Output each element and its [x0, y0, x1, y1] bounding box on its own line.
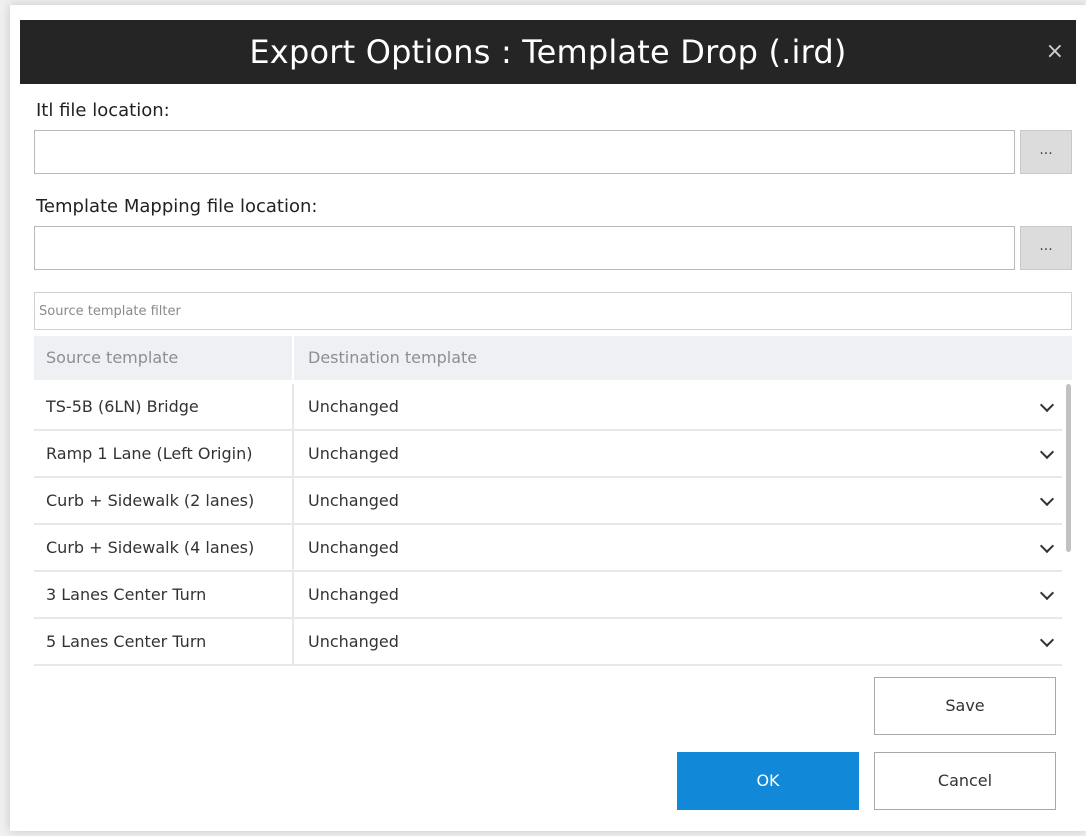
grid-scrollbar-thumb[interactable]	[1066, 384, 1071, 552]
itl-file-field[interactable]	[34, 130, 1015, 174]
save-button[interactable]: Save	[874, 677, 1056, 735]
destination-template-value: Unchanged	[308, 397, 399, 416]
chevron-down-icon[interactable]	[1039, 444, 1055, 460]
source-template-cell: 5 Lanes Center Turn	[34, 619, 294, 664]
destination-template-value: Unchanged	[308, 444, 399, 463]
chevron-down-icon[interactable]	[1039, 538, 1055, 554]
table-row: Curb + Sidewalk (2 lanes) Unchanged	[34, 478, 1062, 525]
itl-browse-button[interactable]: ...	[1020, 130, 1072, 174]
source-template-cell: TS-5B (6LN) Bridge	[34, 384, 294, 429]
close-icon[interactable]: ×	[1046, 20, 1064, 84]
source-template-cell: 3 Lanes Center Turn	[34, 572, 294, 617]
source-template-cell: Ramp 1 Lane (Left Origin)	[34, 431, 294, 476]
destination-template-select[interactable]: Unchanged	[296, 525, 1062, 570]
grid-header: Source template Destination template	[34, 336, 1072, 380]
destination-template-value: Unchanged	[308, 491, 399, 510]
table-row: Curb + Sidewalk (4 lanes) Unchanged	[34, 525, 1062, 572]
table-row: 3 Lanes Center Turn Unchanged	[34, 572, 1062, 619]
destination-template-select[interactable]: Unchanged	[296, 619, 1062, 664]
destination-template-value: Unchanged	[308, 585, 399, 604]
template-mapping-label: Template Mapping file location:	[36, 196, 318, 217]
table-row: TS-5B (6LN) Bridge Unchanged	[34, 384, 1062, 431]
chevron-down-icon[interactable]	[1039, 397, 1055, 413]
destination-template-value: Unchanged	[308, 538, 399, 557]
table-row: Ramp 1 Lane (Left Origin) Unchanged	[34, 431, 1062, 478]
destination-template-select[interactable]: Unchanged	[296, 384, 1062, 429]
template-mapping-field[interactable]	[34, 226, 1015, 270]
source-template-filter-input[interactable]	[35, 293, 1071, 329]
table-row: 5 Lanes Center Turn Unchanged	[34, 619, 1062, 666]
source-template-filter[interactable]	[34, 292, 1072, 330]
chevron-down-icon[interactable]	[1039, 585, 1055, 601]
source-template-cell: Curb + Sidewalk (2 lanes)	[34, 478, 294, 523]
destination-template-select[interactable]: Unchanged	[296, 431, 1062, 476]
destination-template-select[interactable]: Unchanged	[296, 572, 1062, 617]
mapping-browse-button[interactable]: ...	[1020, 226, 1072, 270]
ok-button[interactable]: OK	[677, 752, 859, 810]
template-mapping-grid: Source template Destination template TS-…	[34, 336, 1072, 666]
dialog-title: Export Options : Template Drop (.ird)	[249, 33, 847, 71]
title-bar: Export Options : Template Drop (.ird) ×	[20, 20, 1076, 84]
destination-template-value: Unchanged	[308, 632, 399, 651]
itl-file-label: Itl file location:	[36, 100, 170, 121]
column-header-destination[interactable]: Destination template	[296, 336, 1072, 380]
chevron-down-icon[interactable]	[1039, 632, 1055, 648]
chevron-down-icon[interactable]	[1039, 491, 1055, 507]
grid-scrollbar[interactable]	[1064, 384, 1072, 666]
destination-template-select[interactable]: Unchanged	[296, 478, 1062, 523]
column-header-source[interactable]: Source template	[34, 336, 294, 380]
cancel-button[interactable]: Cancel	[874, 752, 1056, 810]
source-template-cell: Curb + Sidewalk (4 lanes)	[34, 525, 294, 570]
